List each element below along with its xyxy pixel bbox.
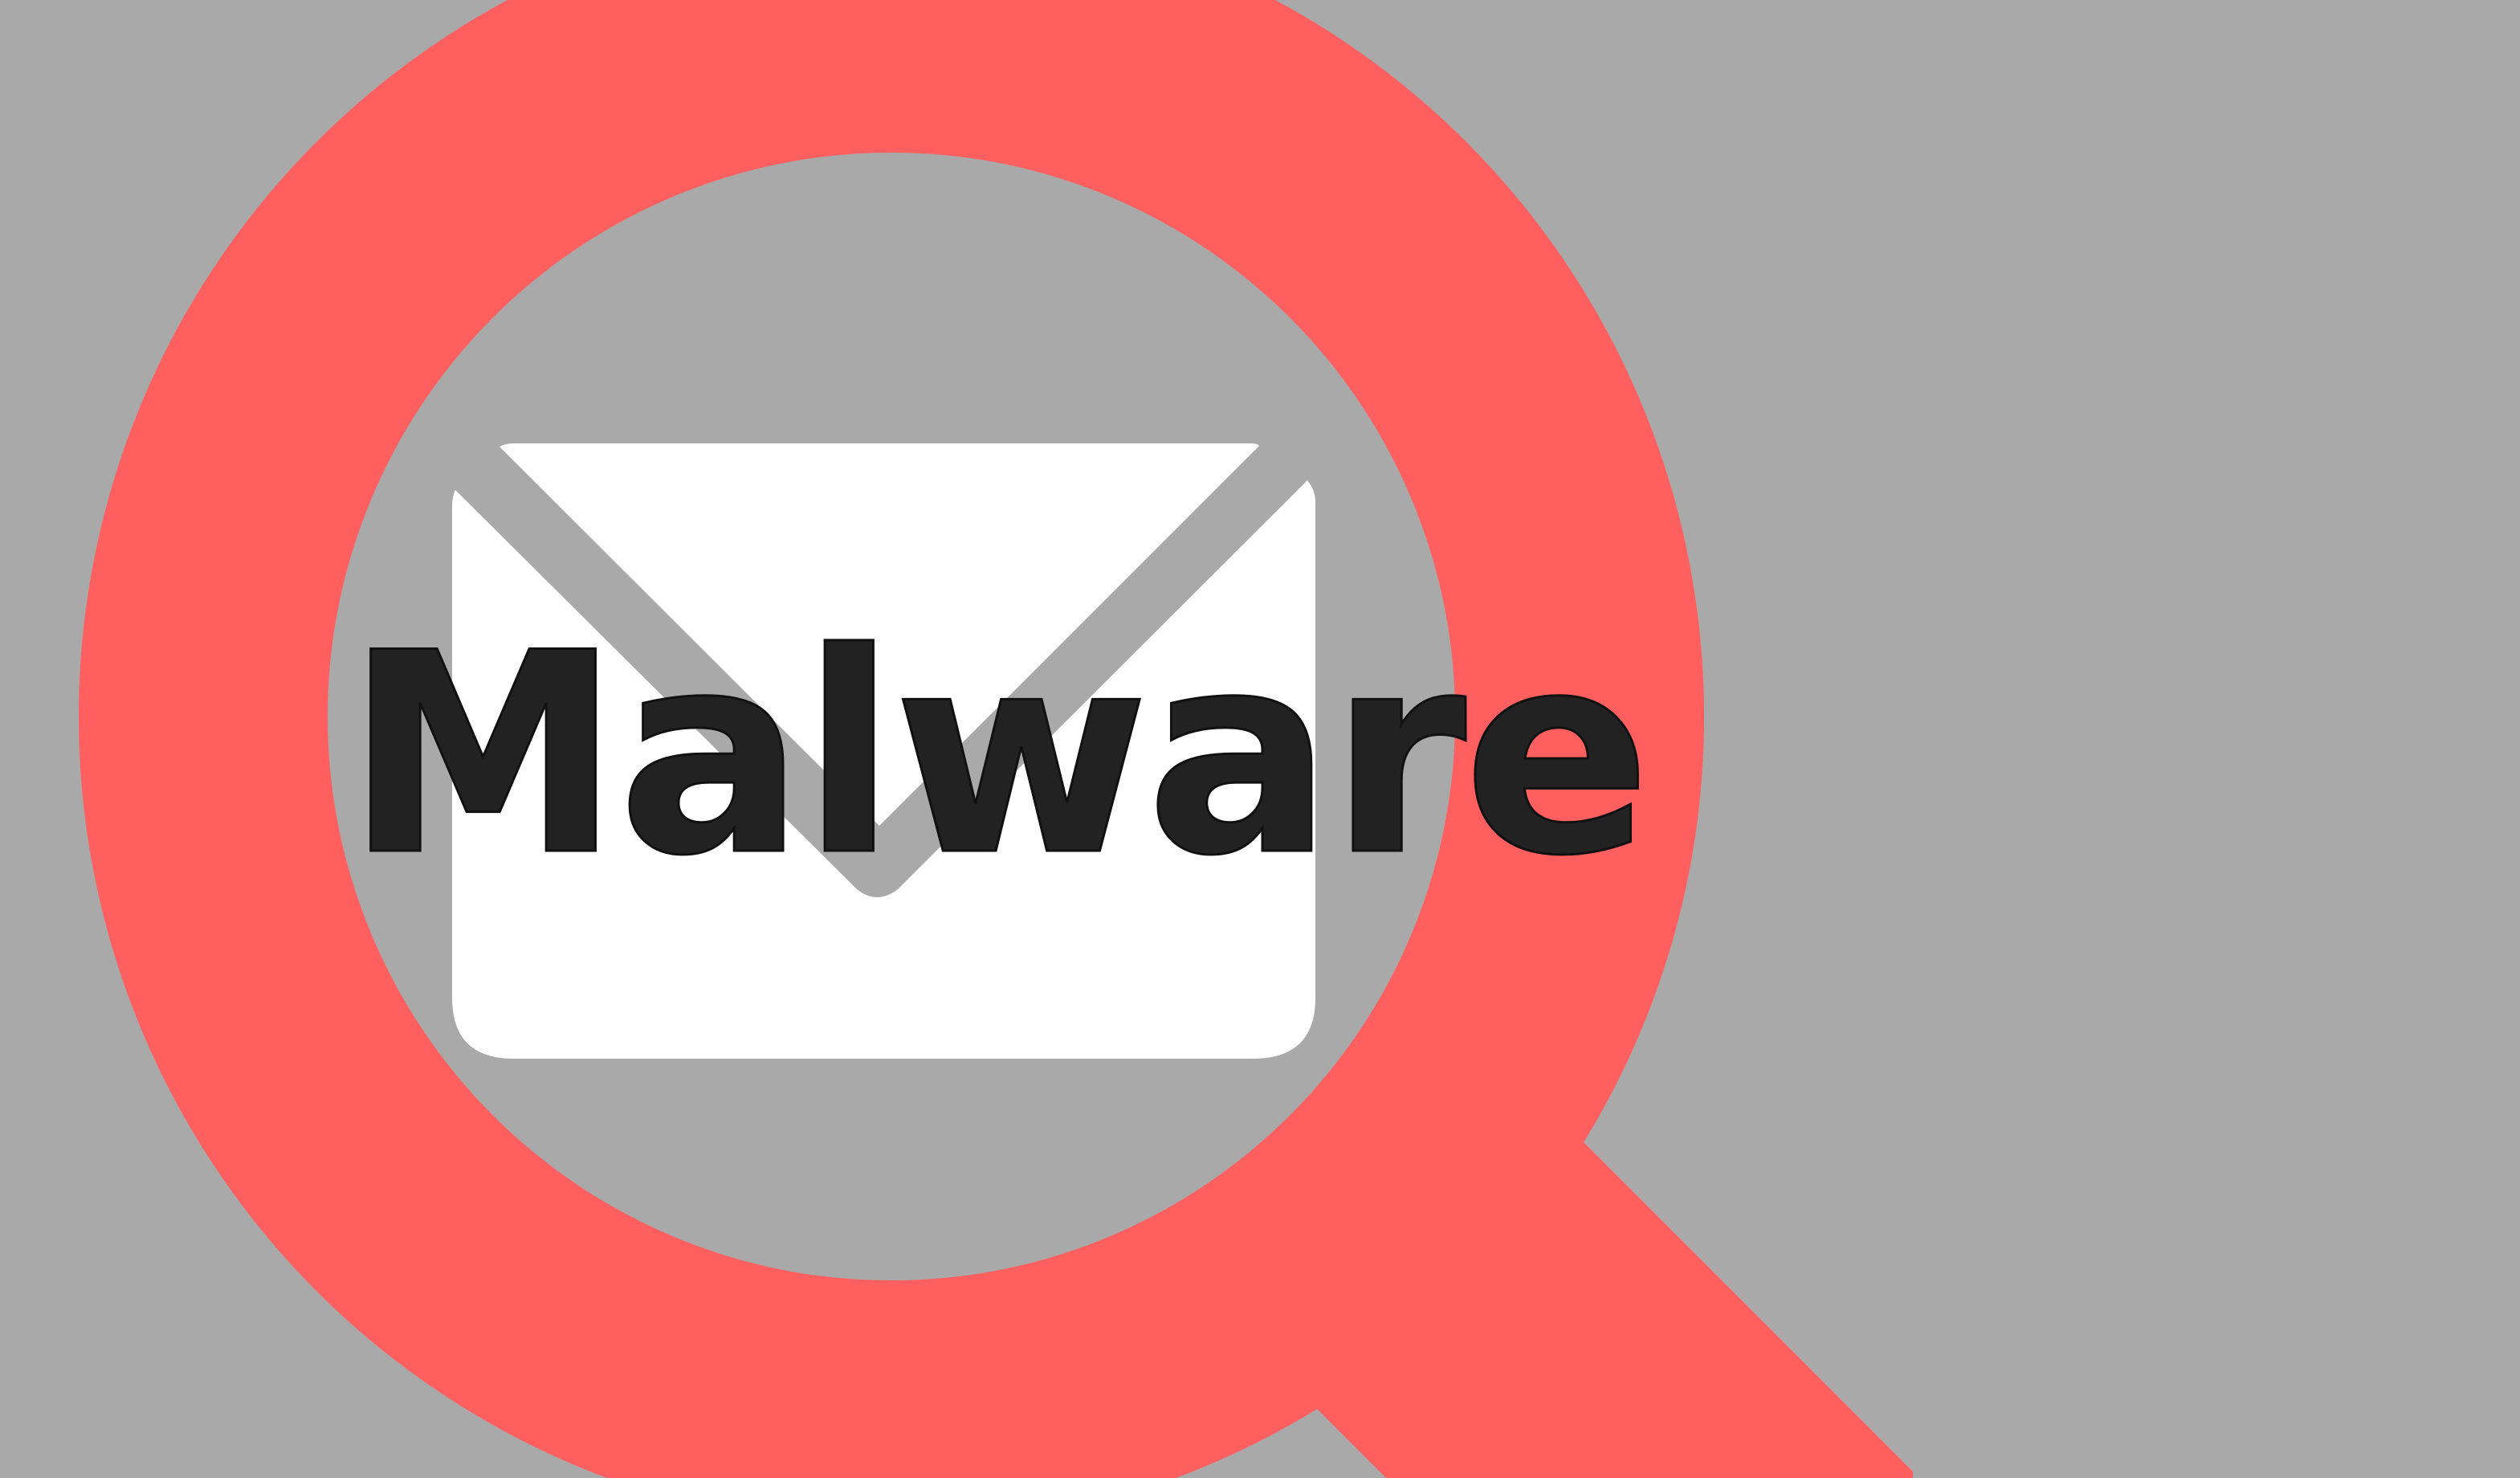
hero-banner: Malware bbox=[0, 0, 2520, 1478]
headline: Malware bbox=[344, 594, 1652, 917]
